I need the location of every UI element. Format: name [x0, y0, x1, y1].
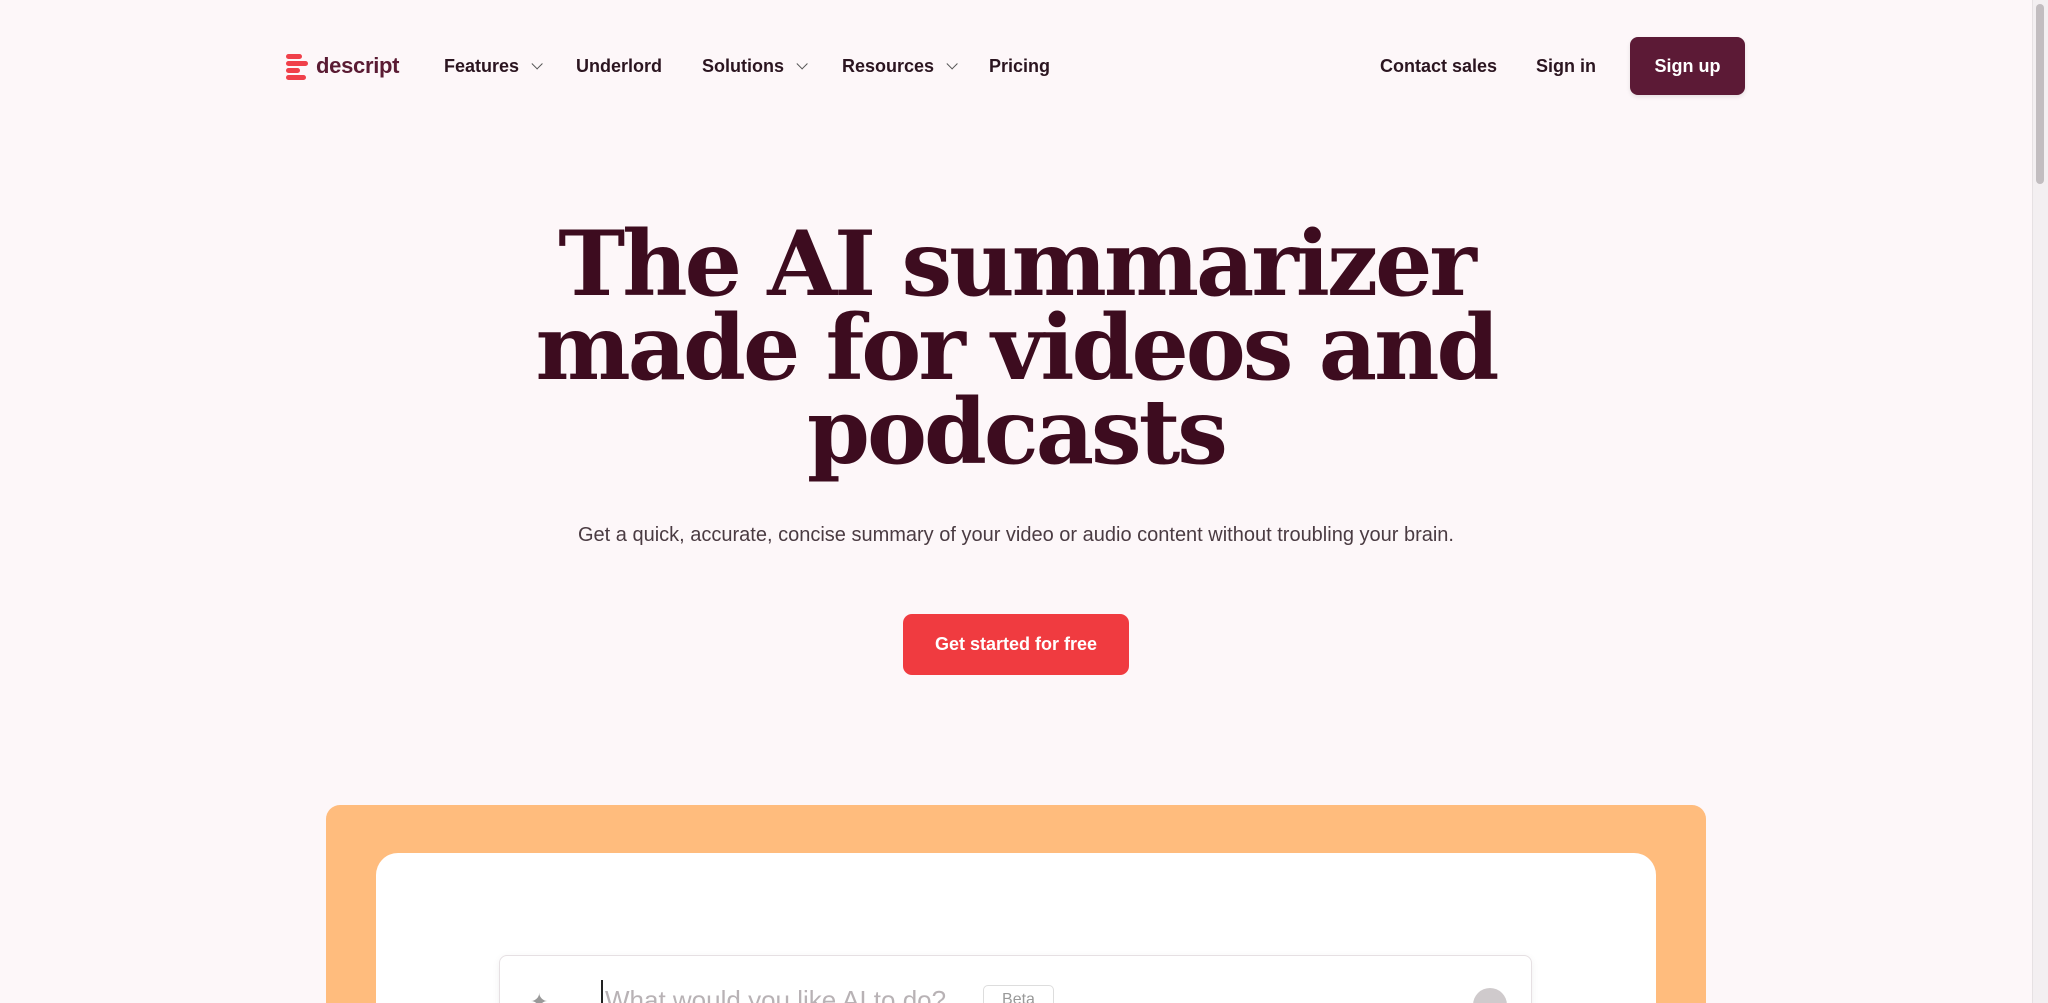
chevron-down-icon — [796, 58, 808, 70]
hero-title-line-1: The AI summarizer — [558, 211, 1477, 317]
nav-pricing[interactable]: Pricing — [989, 52, 1050, 80]
nav-features[interactable]: Features — [444, 52, 543, 80]
chevron-down-icon — [531, 58, 543, 70]
page: descript Features Underlord Solutions Re… — [0, 0, 2048, 1003]
nav-underlord-label: Underlord — [576, 55, 663, 76]
text-caret — [601, 980, 603, 1003]
nav-pricing-label: Pricing — [989, 55, 1051, 76]
nav-underlord[interactable]: Underlord — [576, 52, 662, 80]
nav-solutions[interactable]: Solutions — [702, 52, 808, 80]
brand-name: descript — [316, 53, 400, 78]
contact-sales-link[interactable]: Contact sales — [1380, 52, 1497, 80]
hero-title-line-3: podcasts — [807, 379, 1228, 485]
sign-in-link[interactable]: Sign in — [1536, 52, 1596, 80]
hero-title-line-2: made for videos and — [535, 295, 1500, 401]
sign-in-label: Sign in — [1536, 55, 1596, 76]
hero-subtitle: Get a quick, accurate, concise summary o… — [577, 524, 1454, 546]
nav-resources-label: Resources — [842, 55, 935, 76]
chevron-down-icon — [946, 58, 958, 70]
contact-sales-label: Contact sales — [1380, 55, 1498, 76]
scrollbar-thumb[interactable] — [2036, 4, 2044, 184]
beta-badge: Beta — [983, 985, 1054, 1003]
nav-resources[interactable]: Resources — [842, 52, 958, 80]
descript-logo[interactable]: descript — [286, 52, 399, 80]
descript-logo-icon — [286, 52, 310, 80]
prompt-placeholder: What would you like AI to do? — [605, 985, 947, 1003]
nav-solutions-label: Solutions — [702, 55, 784, 76]
nav-features-label: Features — [444, 55, 520, 76]
top-nav: descript Features Underlord Solutions Re… — [0, 0, 2048, 132]
sign-up-button[interactable]: Sign up — [1630, 37, 1745, 95]
hero-title: The AI summarizer made for videos and po… — [0, 211, 2032, 485]
sparkle-icon: ✦ — [530, 989, 549, 1003]
get-started-button[interactable]: Get started for free — [903, 614, 1129, 675]
